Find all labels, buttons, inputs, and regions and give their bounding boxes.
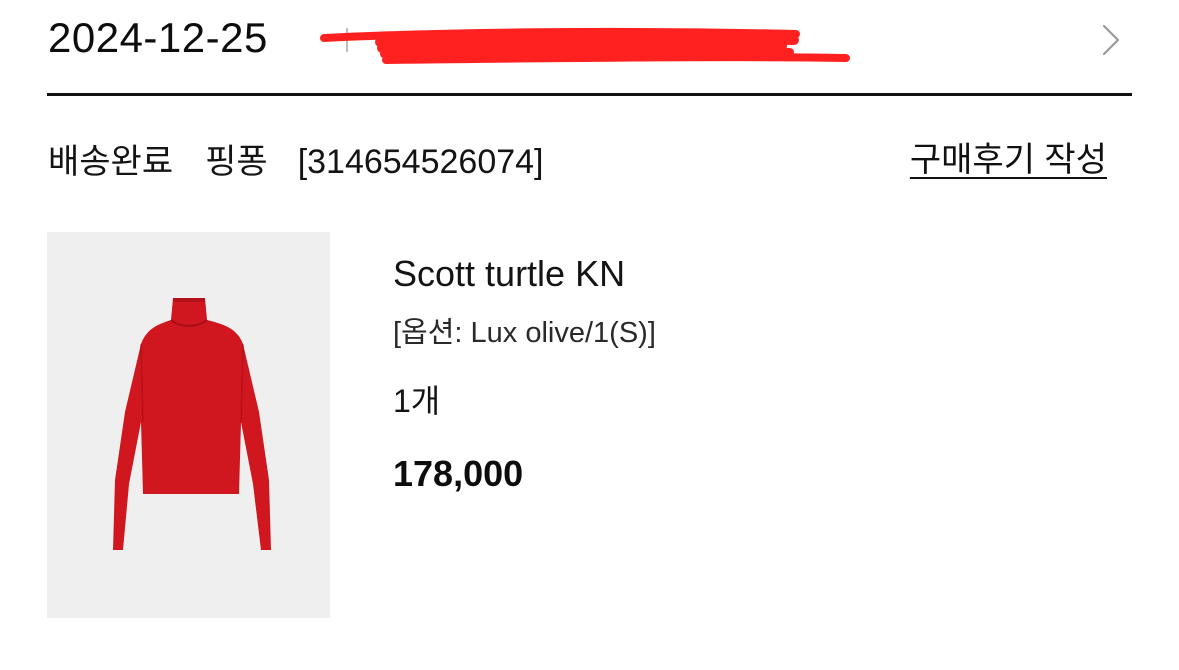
chevron-right-icon[interactable] (1096, 22, 1124, 58)
product-quantity: 1개 (393, 383, 441, 419)
red-turtleneck-sweater-image (113, 298, 271, 550)
header-divider (47, 93, 1132, 96)
product-name[interactable]: Scott turtle KN (393, 252, 625, 296)
order-status-row: 배송완료 핑퐁 [314654526074] (48, 140, 544, 184)
write-review-link[interactable]: 구매후기 작성 (910, 138, 1107, 182)
product-price: 178,000 (393, 453, 524, 494)
product-thumbnail[interactable] (47, 232, 330, 618)
seller-name: 핑퐁 (205, 143, 268, 181)
delivery-status: 배송완료 (48, 143, 174, 181)
order-date: 2024-12-25 (48, 14, 268, 61)
product-option: [옵션: Lux olive/1(S)] (393, 317, 656, 349)
order-number: [314654526074] (297, 143, 544, 181)
redaction-scribble (320, 27, 850, 64)
